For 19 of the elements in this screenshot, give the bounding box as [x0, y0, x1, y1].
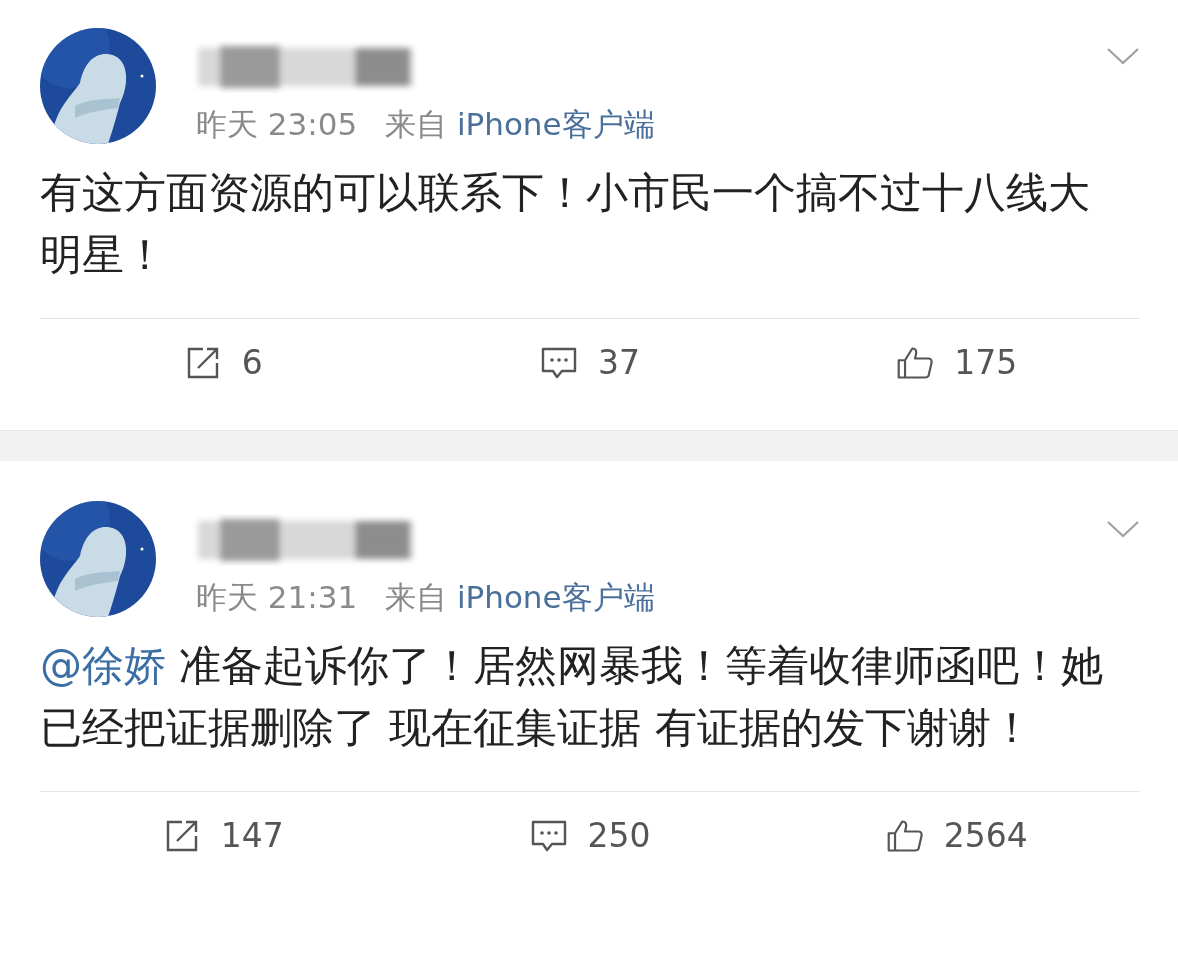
thumbs-up-icon	[896, 344, 935, 381]
comment-button[interactable]: 250	[406, 792, 774, 879]
post-text: 有这方面资源的可以联系下！小市民一个搞不过十八线大明星！	[40, 167, 1091, 281]
thumbs-up-icon	[885, 817, 924, 854]
chevron-down-icon[interactable]	[1106, 46, 1140, 66]
chevron-down-icon[interactable]	[1106, 519, 1140, 539]
post-time: 昨天 23:05	[196, 106, 358, 142]
like-button[interactable]: 175	[773, 319, 1140, 406]
source-label: 来自	[385, 579, 448, 615]
like-button[interactable]: 2564	[773, 792, 1140, 879]
source-label: 来自	[385, 106, 448, 142]
repost-button[interactable]: 6	[40, 319, 407, 406]
post-time: 昨天 21:31	[196, 579, 358, 615]
post-text: @徐娇 准备起诉你了！居然网暴我！等着收律师函吧！她已经把证据删除了 现在征集证据 有证据的发下谢谢！	[40, 640, 1105, 754]
source-link[interactable]: iPhone客户端	[456, 579, 655, 615]
comment-button[interactable]: 37	[406, 319, 774, 406]
mention-link[interactable]: @徐娇	[40, 641, 166, 690]
repost-button[interactable]: 147	[40, 792, 407, 879]
source-link[interactable]: iPhone客户端	[456, 106, 655, 142]
